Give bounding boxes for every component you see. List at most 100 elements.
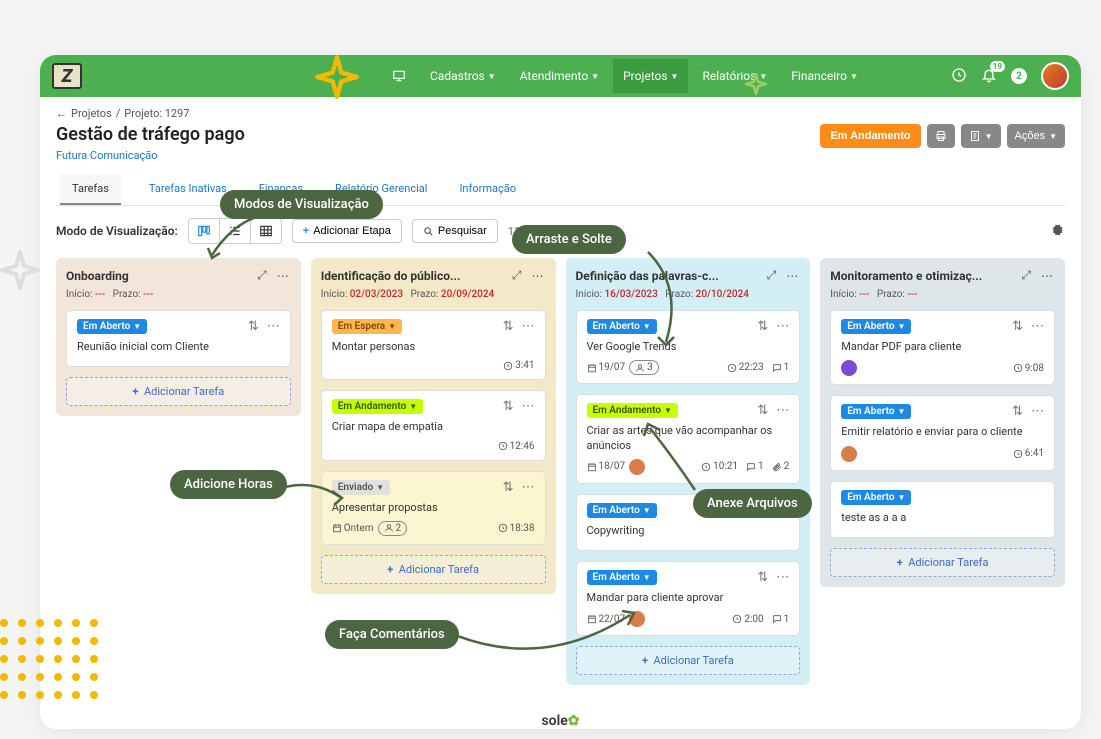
nav-financeiro[interactable]: Financeiro▼ <box>781 59 868 93</box>
task-title: Copywriting <box>587 524 790 538</box>
more-icon[interactable]: ⋯ <box>776 403 789 418</box>
callout-arraste: Arraste e Solte <box>512 225 626 254</box>
tab-0[interactable]: Tarefas <box>60 174 121 205</box>
more-icon[interactable]: ⋯ <box>522 319 535 334</box>
status-tag[interactable]: Em Andamento ▼ <box>587 403 678 418</box>
add-task-button[interactable]: + Adicionar Tarefa <box>66 377 291 406</box>
task-card[interactable]: Enviado ▼⇅⋯Apresentar propostas Ontem2 1… <box>321 471 546 545</box>
help-icon[interactable]: 2 <box>1011 68 1027 84</box>
settings-button[interactable] <box>1049 222 1065 241</box>
more-icon[interactable]: ⋯ <box>776 319 789 334</box>
column-2: Definição das palavras-c...⤢⋯Início: 16/… <box>566 258 811 685</box>
view-toggle <box>188 218 282 244</box>
more-icon[interactable]: ⋯ <box>522 399 535 414</box>
more-icon[interactable]: ⋯ <box>522 480 535 495</box>
status-tag[interactable]: Em Aberto ▼ <box>587 319 657 334</box>
export-button[interactable]: ▼ <box>961 124 1001 148</box>
time-icon: 2:00 <box>732 614 763 625</box>
task-title: Criar as artes que vão acompanhar os anú… <box>587 424 790 453</box>
status-tag[interactable]: Em Aberto ▼ <box>841 319 911 334</box>
sort-icon[interactable]: ⇅ <box>503 480 514 495</box>
sort-icon[interactable]: ⇅ <box>757 319 768 334</box>
back-arrow-icon[interactable]: ← <box>56 107 67 120</box>
time-icon: 18:38 <box>498 523 535 534</box>
more-icon[interactable]: ⋯ <box>275 269 291 283</box>
tab-1[interactable]: Tarefas Inativas <box>145 174 231 205</box>
task-card[interactable]: Em Andamento ▼ ⇅ ⋯ Criar as artes que vão a… <box>576 394 801 484</box>
tab-4[interactable]: Informação <box>455 174 520 205</box>
attachment-icon: 2 <box>772 461 790 472</box>
time-icon: 22:23 <box>727 362 764 373</box>
avatar[interactable] <box>1041 62 1069 90</box>
bell-icon[interactable]: 19 <box>981 67 997 86</box>
nav-projetos[interactable]: Projetos▼ <box>613 59 688 93</box>
status-tag[interactable]: Em Aberto ▼ <box>841 490 911 505</box>
more-icon[interactable]: ⋯ <box>784 269 800 283</box>
expand-icon[interactable]: ⤢ <box>255 268 269 283</box>
tabs: TarefasTarefas InativasFinançasRelatório… <box>56 174 1065 206</box>
table-view-button[interactable] <box>251 219 281 243</box>
task-card[interactable]: Em Espera ▼⇅⋯Montar personas 3:41 <box>321 310 546 380</box>
column-title: Onboarding <box>66 269 249 283</box>
expand-icon[interactable]: ⤢ <box>510 268 524 283</box>
expand-icon[interactable]: ⤢ <box>765 268 779 283</box>
status-tag[interactable]: Em Andamento ▼ <box>332 399 423 414</box>
status-tag[interactable]: Em Aberto ▼ <box>587 570 657 585</box>
monitor-icon[interactable] <box>382 59 416 93</box>
more-icon[interactable]: ⋯ <box>1031 404 1044 419</box>
breadcrumb-current: Projeto: 1297 <box>124 107 189 120</box>
calendar-icon: 22/07 <box>587 614 626 625</box>
add-task-button[interactable]: + Adicionar Tarefa <box>830 548 1055 577</box>
actions-button[interactable]: Ações▼ <box>1007 124 1066 148</box>
more-icon[interactable]: ⋯ <box>530 269 546 283</box>
column-dates: Início: 02/03/2023 Prazo: 20/09/2024 <box>321 289 546 300</box>
breadcrumb-parent[interactable]: Projetos <box>71 107 112 120</box>
nav-cadastros[interactable]: Cadastros▼ <box>420 59 506 93</box>
sort-icon[interactable]: ⇅ <box>248 319 259 334</box>
search-button[interactable]: Pesquisar <box>412 219 498 243</box>
time-icon: 3:41 <box>503 360 534 371</box>
more-icon[interactable]: ⋯ <box>1039 269 1055 283</box>
status-tag[interactable]: Em Aberto ▼ <box>841 404 911 419</box>
top-navbar: Z Cadastros▼Atendimento▼Projetos▼Relatór… <box>40 55 1081 97</box>
task-card[interactable]: Em Aberto ▼teste as a a a <box>830 481 1055 538</box>
add-stage-button[interactable]: +Adicionar Etapa <box>292 219 402 243</box>
sort-icon[interactable]: ⇅ <box>503 319 514 334</box>
task-card[interactable]: Em Andamento ▼⇅⋯Criar mapa de empatia 12… <box>321 390 546 460</box>
more-icon[interactable]: ⋯ <box>1031 319 1044 334</box>
status-tag[interactable]: Em Espera ▼ <box>332 319 402 334</box>
status-tag[interactable]: Enviado ▼ <box>332 480 390 495</box>
clock-icon[interactable] <box>951 67 967 86</box>
sort-icon[interactable]: ⇅ <box>1012 319 1023 334</box>
column-title: Identificação do público... <box>321 269 504 283</box>
task-card[interactable]: Em Aberto ▼⇅⋯Ver Google Trends 19/073 22… <box>576 310 801 384</box>
status-tag[interactable]: Em Aberto ▼ <box>587 503 657 518</box>
more-icon[interactable]: ⋯ <box>776 570 789 585</box>
footer-logo: sole✿ <box>40 713 1081 729</box>
task-card[interactable]: Em Aberto ▼⇅⋯Mandar PDF para cliente 9:0… <box>830 310 1055 385</box>
more-icon[interactable]: ⋯ <box>267 319 280 334</box>
comment-icon: 1 <box>772 614 790 625</box>
logo[interactable]: Z <box>52 63 82 89</box>
sort-icon[interactable]: ⇅ <box>503 399 514 414</box>
list-view-button[interactable] <box>220 219 251 243</box>
nav-atendimento[interactable]: Atendimento▼ <box>510 59 609 93</box>
expand-icon[interactable]: ⤢ <box>1019 268 1033 283</box>
print-button[interactable] <box>927 124 955 148</box>
sort-icon[interactable]: ⇅ <box>757 570 768 585</box>
status-button[interactable]: Em Andamento <box>820 124 920 148</box>
add-task-button[interactable]: + Adicionar Tarefa <box>321 555 546 584</box>
task-card[interactable]: Em Aberto ▼⇅⋯Reunião inicial com Cliente <box>66 310 291 367</box>
task-card[interactable]: Em Aberto ▼⇅⋯Mandar para cliente aprovar… <box>576 561 801 636</box>
add-task-button[interactable]: + Adicionar Tarefa <box>576 646 801 675</box>
star-icon <box>0 250 40 290</box>
client-link[interactable]: Futura Comunicação <box>56 149 158 162</box>
kanban-view-button[interactable] <box>189 219 220 243</box>
breadcrumb: ← Projetos / Projeto: 1297 <box>56 107 1065 120</box>
sort-icon[interactable]: ⇅ <box>1012 404 1023 419</box>
sort-icon[interactable]: ⇅ <box>757 403 768 418</box>
avatar <box>629 611 645 627</box>
status-tag[interactable]: Em Aberto ▼ <box>77 319 147 334</box>
task-card[interactable]: Em Aberto ▼⇅⋯Emitir relatório e enviar p… <box>830 395 1055 470</box>
time-icon: 10:21 <box>701 461 738 472</box>
